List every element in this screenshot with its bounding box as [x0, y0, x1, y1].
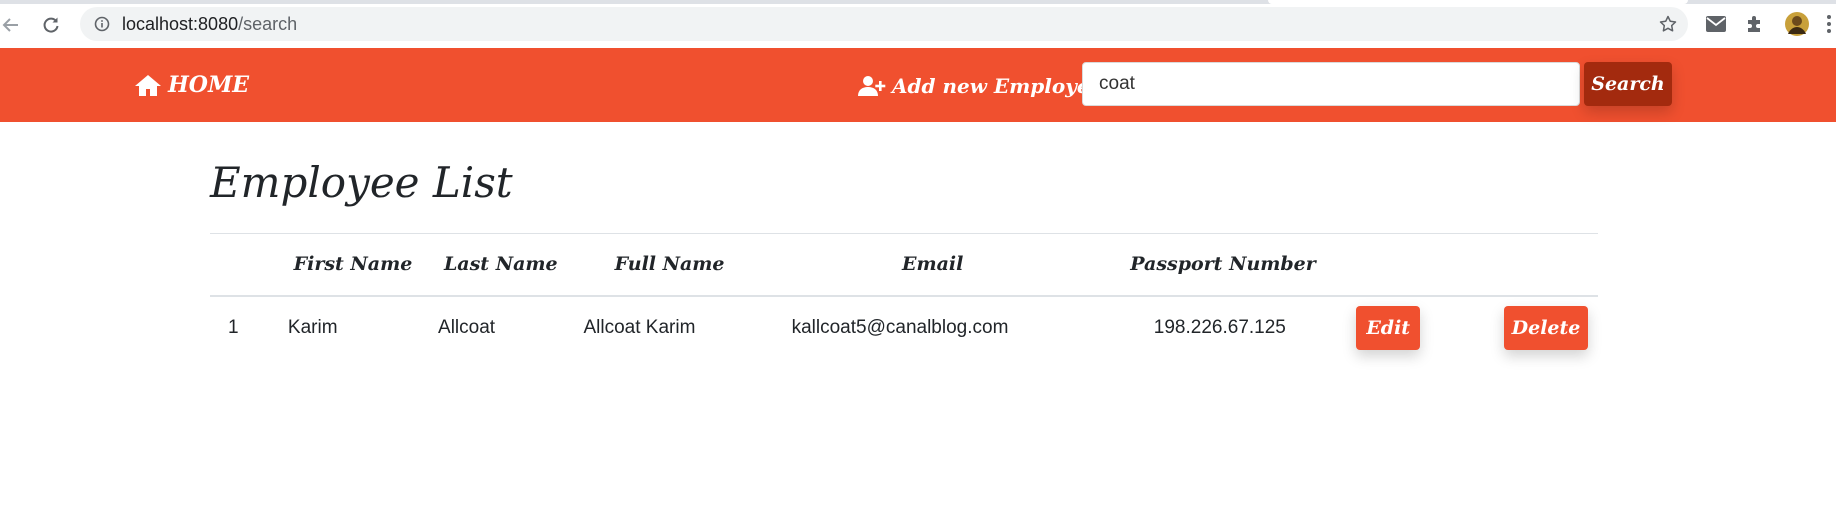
delete-button[interactable]: Delete [1504, 306, 1588, 350]
cell-first-name: Karim [287, 317, 338, 338]
employee-table: First Name Last Name Full Name Email Pas… [210, 233, 1598, 360]
page-title: Employee List [210, 158, 513, 207]
address-bar[interactable]: localhost:8080/search [80, 7, 1688, 41]
add-user-icon [858, 76, 886, 96]
browser-chrome: localhost:8080/search [0, 0, 1836, 48]
cell-last-name: Allcoat [438, 317, 496, 338]
header-full-name: Full Name [573, 233, 766, 297]
bookmark-star-icon[interactable] [1656, 12, 1680, 36]
profile-avatar[interactable] [1784, 11, 1810, 37]
cell-edit: Edit [1346, 296, 1476, 360]
edit-button[interactable]: Edit [1356, 306, 1421, 350]
header-index [210, 233, 278, 297]
url-host: localhost:8080 [122, 14, 239, 34]
menu-dots-icon[interactable] [1822, 11, 1836, 37]
add-employee-link[interactable]: Add new Employee [858, 74, 1102, 98]
cell-passport: 198.226.67.125 [1153, 317, 1286, 338]
cell-full-name: Allcoat Karim [583, 317, 696, 338]
header-edit [1346, 233, 1476, 297]
search-button[interactable]: Search [1584, 62, 1672, 106]
back-arrow-icon[interactable] [0, 10, 26, 40]
cell-email: kallcoat5@canalblog.com [791, 317, 1009, 338]
tab-strip-edge [0, 0, 1836, 4]
add-employee-label: Add new Employee [892, 74, 1103, 98]
reload-icon[interactable] [36, 10, 66, 40]
extensions-puzzle-icon[interactable] [1742, 11, 1768, 37]
header-delete [1476, 233, 1598, 297]
url-path: /search [238, 14, 298, 34]
home-label: HOME [168, 72, 250, 98]
site-info-icon[interactable] [92, 14, 112, 34]
home-icon [135, 75, 161, 96]
table-row: 1 Karim Allcoat Allcoat Karim kallcoat5@… [210, 296, 1598, 360]
home-link[interactable]: HOME [134, 72, 249, 98]
header-first-name: First Name [277, 233, 429, 297]
cell-index: 1 [228, 317, 239, 338]
table-header-row: First Name Last Name Full Name Email Pas… [210, 233, 1598, 297]
address-url[interactable]: localhost:8080/search [122, 13, 297, 35]
header-email: Email [765, 233, 1100, 297]
app-navbar: HOME Add new Employee Search [0, 48, 1836, 122]
mail-icon[interactable] [1703, 11, 1729, 37]
header-passport: Passport Number [1099, 233, 1347, 297]
cell-delete: Delete [1476, 296, 1598, 360]
search-input[interactable] [1082, 62, 1580, 106]
header-last-name: Last Name [428, 233, 574, 297]
